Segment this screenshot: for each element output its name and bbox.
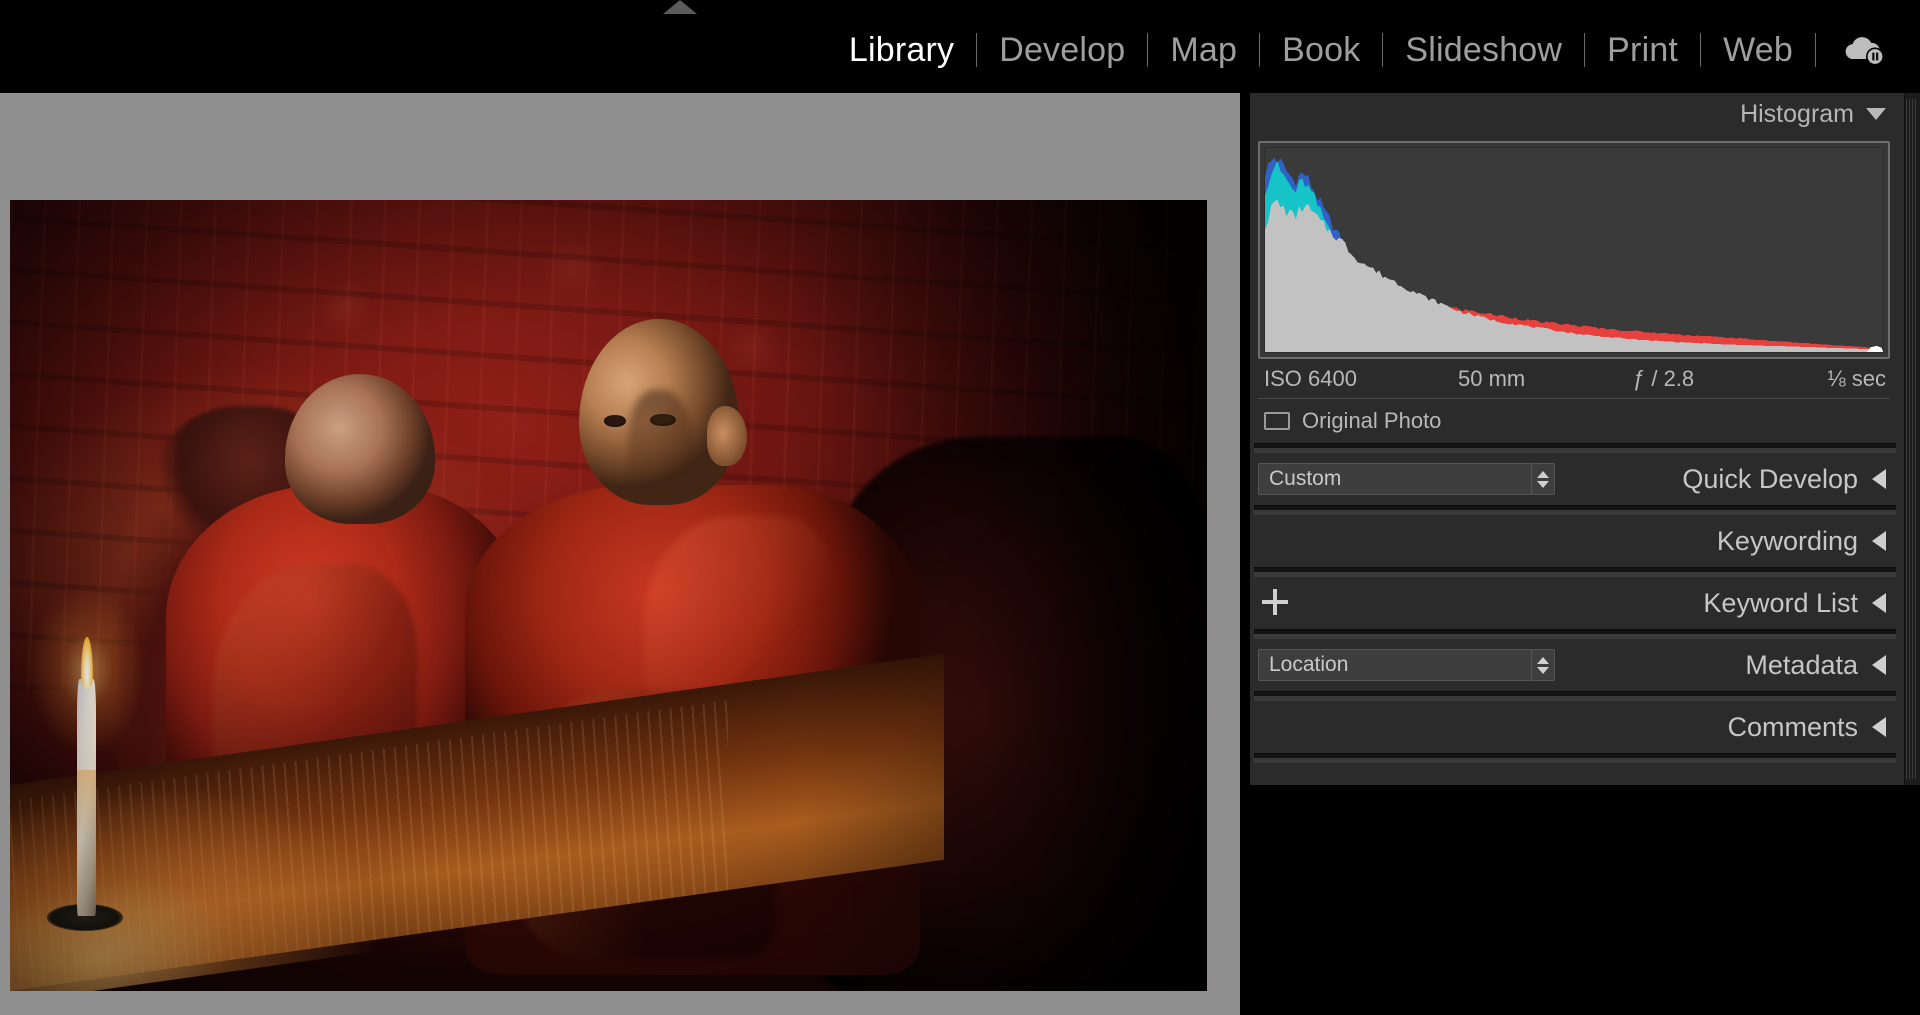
keywording-row: Keywording (1250, 515, 1904, 567)
module-separator (1815, 32, 1816, 67)
loupe-content-area (0, 93, 1240, 1015)
triangle-up-icon[interactable] (663, 0, 697, 14)
keywording-header[interactable]: Keywording (1250, 515, 1904, 567)
exif-focal-length: 50 mm (1458, 365, 1526, 391)
metadata-preset-combo[interactable]: Location (1258, 649, 1555, 681)
stepper-arrows-icon[interactable] (1531, 649, 1555, 681)
right-panel: Histogram ISO 6400 50 mm ƒ / 2.8 ⅛ sec O… (1250, 93, 1920, 1015)
cloud-sync-paused-icon[interactable] (1842, 33, 1886, 67)
quick-develop-preset-value: Custom (1269, 467, 1342, 490)
exif-iso: ISO 6400 (1264, 365, 1357, 391)
keyword-list-header[interactable]: Keyword List (1250, 577, 1904, 629)
triangle-left-icon[interactable] (1872, 655, 1886, 675)
panel-divider[interactable] (1240, 93, 1250, 1015)
panel-groove (1254, 691, 1896, 701)
panel-groove (1254, 629, 1896, 639)
comments-title: Comments (1727, 711, 1858, 742)
triangle-left-icon[interactable] (1872, 531, 1886, 551)
panel-scrollbar[interactable] (1904, 93, 1920, 785)
module-list: Library Develop Map Book Slideshow Print… (827, 28, 1892, 72)
panel-groove (1254, 443, 1896, 453)
module-library[interactable]: Library (827, 28, 976, 72)
histogram-svg (1265, 157, 1883, 352)
module-book[interactable]: Book (1260, 28, 1382, 72)
stepper-down-icon (1537, 480, 1549, 488)
exif-aperture: ƒ / 2.8 (1633, 365, 1695, 391)
comments-header[interactable]: Comments (1250, 701, 1904, 753)
histogram-title: Histogram (1740, 99, 1854, 128)
photo-viewer[interactable] (10, 200, 1207, 991)
triangle-down-icon[interactable] (1866, 108, 1886, 120)
panel-groove (1254, 753, 1896, 763)
rectangle-outline-icon (1264, 412, 1290, 430)
comments-row: Comments (1250, 701, 1904, 753)
original-photo-row[interactable]: Original Photo (1258, 399, 1890, 443)
panel-groove (1254, 567, 1896, 577)
quick-develop-preset-combo[interactable]: Custom (1258, 463, 1555, 495)
module-picker-bar: Library Develop Map Book Slideshow Print… (0, 0, 1920, 93)
stepper-arrows-icon[interactable] (1531, 463, 1555, 495)
metadata-title: Metadata (1745, 649, 1858, 680)
lightroom-window: Library Develop Map Book Slideshow Print… (0, 0, 1920, 1015)
module-web[interactable]: Web (1701, 28, 1815, 72)
metadata-row: Location Metadata (1250, 639, 1904, 691)
triangle-left-icon[interactable] (1872, 469, 1886, 489)
module-develop[interactable]: Develop (977, 28, 1147, 72)
plus-icon[interactable] (1262, 589, 1288, 615)
module-map[interactable]: Map (1148, 28, 1259, 72)
stepper-up-icon (1537, 656, 1549, 664)
keyword-list-row: Keyword List (1250, 577, 1904, 629)
module-slideshow[interactable]: Slideshow (1383, 28, 1584, 72)
keyword-list-title: Keyword List (1703, 587, 1858, 618)
keywording-title: Keywording (1716, 525, 1858, 556)
stepper-up-icon (1537, 470, 1549, 478)
module-print[interactable]: Print (1585, 28, 1700, 72)
quick-develop-row: Custom Quick Develop (1250, 453, 1904, 505)
histogram-panel-header[interactable]: Histogram (1250, 93, 1904, 135)
histogram-frame (1258, 141, 1890, 359)
stepper-down-icon (1537, 666, 1549, 674)
quick-develop-title: Quick Develop (1682, 463, 1858, 494)
histogram-section: ISO 6400 50 mm ƒ / 2.8 ⅛ sec Original Ph… (1250, 141, 1904, 443)
panel-content: Histogram ISO 6400 50 mm ƒ / 2.8 ⅛ sec O… (1250, 93, 1904, 1015)
panel-groove (1254, 505, 1896, 515)
original-photo-label: Original Photo (1302, 408, 1442, 433)
photo-image (10, 200, 1207, 991)
panel-scroll-grip-icon (1906, 99, 1917, 779)
exif-info-row: ISO 6400 50 mm ƒ / 2.8 ⅛ sec (1258, 359, 1890, 399)
triangle-left-icon[interactable] (1872, 717, 1886, 737)
photo-vignette (10, 200, 1207, 991)
histogram-chart[interactable] (1264, 147, 1884, 353)
triangle-left-icon[interactable] (1872, 593, 1886, 613)
metadata-preset-value: Location (1269, 653, 1349, 676)
exif-shutter-speed: ⅛ sec (1827, 365, 1886, 391)
